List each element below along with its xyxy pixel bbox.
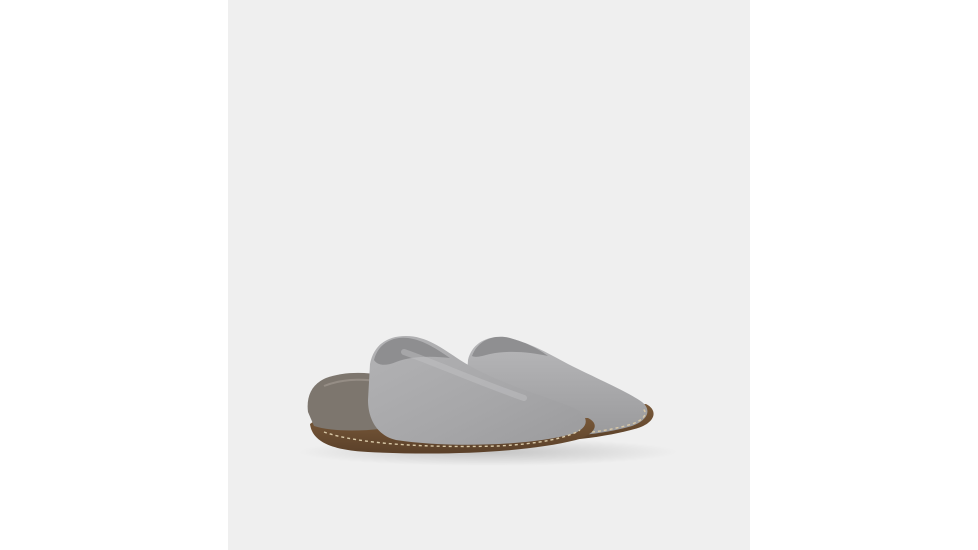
- slipper-pair-image: [298, 336, 678, 466]
- page: [0, 0, 978, 550]
- product-photo-panel: [228, 0, 750, 550]
